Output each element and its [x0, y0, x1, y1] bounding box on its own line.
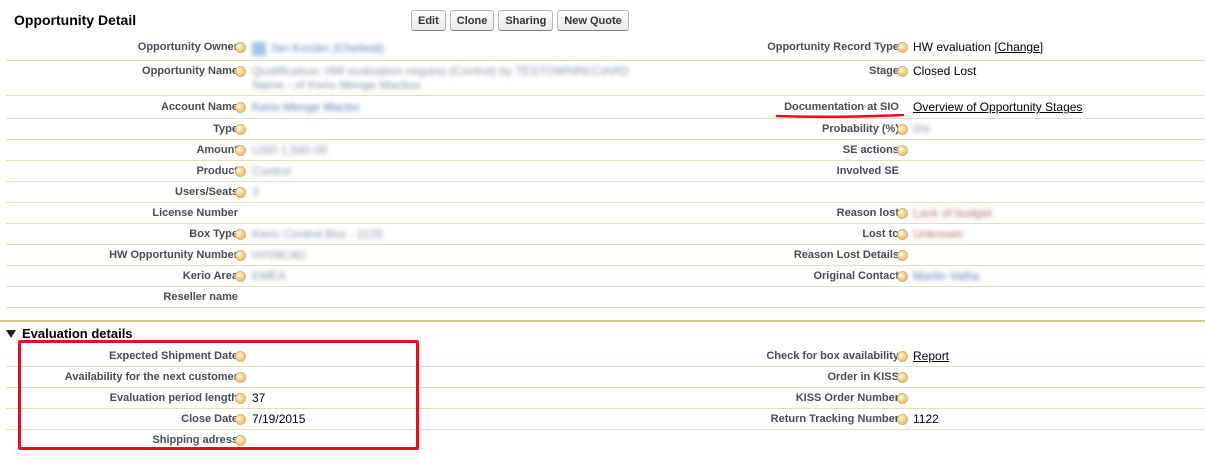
field-value-original-contact[interactable]: Martin Valha — [913, 269, 979, 283]
field-value-amount: USD 1,500.00 — [252, 143, 328, 157]
evaluation-section-toggle[interactable]: Evaluation details — [6, 326, 133, 341]
help-icon[interactable] — [897, 372, 908, 383]
help-icon[interactable] — [235, 166, 246, 177]
clone-button[interactable]: Clone — [449, 10, 495, 31]
field-value-opportunity-name: Qualification: HW evaluation request (Co… — [252, 64, 630, 92]
field-label-kerio-area: Kerio Area — [182, 270, 238, 282]
detail-header: Opportunity Detail Edit Clone Sharing Ne… — [0, 0, 1205, 40]
field-label-se-actions: SE actions — [842, 144, 899, 156]
report-link[interactable]: Report — [913, 349, 949, 363]
help-icon[interactable] — [897, 229, 908, 240]
help-icon[interactable] — [897, 414, 908, 425]
change-record-type-link[interactable]: [Change] — [994, 40, 1043, 54]
field-label-product: Product — [196, 165, 238, 177]
field-label-lost-to: Lost to — [862, 228, 899, 240]
detail-row: License Number Reason lost Lack of budge… — [6, 203, 1205, 224]
edit-button[interactable]: Edit — [411, 10, 446, 31]
field-label-order-in-kiss: Order in KISS — [827, 371, 899, 383]
field-value-account-name[interactable]: Kerio Menge Macbo — [252, 100, 359, 114]
collapse-triangle-icon — [6, 329, 16, 338]
field-value-opportunity-owner[interactable]: Jan Kocián (Chetwal) — [252, 41, 384, 56]
field-label-reason-lost-details: Reason Lost Details — [793, 249, 899, 261]
help-icon[interactable] — [235, 102, 246, 113]
help-icon[interactable] — [897, 393, 908, 404]
help-icon[interactable] — [897, 124, 908, 135]
detail-row: Amount USD 1,500.00 SE actions — [6, 140, 1205, 161]
detail-row: Kerio Area EMEA Original Contact Martin … — [6, 266, 1205, 287]
avatar — [252, 41, 266, 56]
field-label-hw-opportunity-number: HW Opportunity Number — [109, 249, 238, 261]
detail-row: Reseller name — [6, 287, 1205, 308]
field-label-check-box-availability: Check for box availability — [766, 350, 899, 362]
field-value-users-seats: 3 — [252, 185, 259, 199]
detail-row: Users/Seats 3 — [6, 182, 1205, 203]
detail-row: Type Probability (%) 0% — [6, 119, 1205, 140]
detail-row: Product Control Involved SE — [6, 161, 1205, 182]
help-icon[interactable] — [235, 187, 246, 198]
section-title: Evaluation details — [22, 326, 133, 341]
section-divider — [0, 320, 1205, 322]
documentation-link[interactable]: Overview of Opportunity Stages — [913, 100, 1082, 114]
detail-row: Opportunity Owner Jan Kocián (Chetwal) O… — [6, 37, 1205, 61]
field-label-involved-se: Involved SE — [836, 165, 899, 177]
detail-row: Account Name Kerio Menge Macbo Documenta… — [6, 96, 1205, 119]
field-label-users-seats: Users/Seats — [175, 186, 238, 198]
field-label-license-number: License Number — [152, 207, 238, 219]
help-icon[interactable] — [897, 208, 908, 219]
field-label-account-name: Account Name — [160, 101, 238, 113]
help-icon[interactable] — [235, 229, 246, 240]
field-value-stage: Closed Lost — [913, 64, 977, 78]
field-label-opportunity-name: Opportunity Name — [142, 65, 238, 77]
field-label-probability: Probability (%) — [821, 123, 899, 135]
field-label-box-type: Box Type — [189, 228, 238, 240]
help-icon[interactable] — [235, 124, 246, 135]
help-icon[interactable] — [235, 271, 246, 282]
field-label-opportunity-owner: Opportunity Owner — [137, 41, 238, 53]
field-label-kiss-order-number: KISS Order Number — [795, 392, 899, 404]
field-label-stage: Stage — [869, 65, 899, 77]
sharing-button[interactable]: Sharing — [498, 10, 554, 31]
field-value-probability: 0% — [913, 122, 931, 136]
field-value-box-type: Kerio Control Box - 1120 — [252, 227, 383, 241]
field-label-documentation: Documentation at SIO — [784, 101, 899, 113]
detail-grid: Opportunity Owner Jan Kocián (Chetwal) O… — [6, 37, 1205, 308]
help-icon[interactable] — [235, 250, 246, 261]
field-value-reason-lost: Lack of budget — [913, 206, 992, 220]
field-label-amount: Amount — [196, 144, 238, 156]
field-value-return-tracking-number: 1122 — [913, 412, 939, 426]
detail-row: HW Opportunity Number HY09C4D Reason Los… — [6, 245, 1205, 266]
field-label-reseller-name: Reseller name — [163, 291, 238, 303]
help-icon[interactable] — [897, 351, 908, 362]
field-value-record-type: HW evaluation [Change] — [913, 40, 1044, 54]
page-title: Opportunity Detail — [14, 12, 137, 28]
field-value-product: Control — [252, 164, 291, 178]
annotation-highlight-box — [18, 340, 419, 450]
detail-row: Box Type Kerio Control Box - 1120 Lost t… — [6, 224, 1205, 245]
field-label-record-type: Opportunity Record Type — [767, 41, 899, 53]
field-value-kerio-area: EMEA — [252, 269, 287, 283]
detail-row: Opportunity Name Qualification: HW evalu… — [6, 61, 1205, 96]
new-quote-button[interactable]: New Quote — [557, 10, 629, 31]
help-icon[interactable] — [235, 42, 246, 53]
annotation-underline — [775, 114, 905, 118]
toolbar: Edit Clone Sharing New Quote — [411, 10, 629, 31]
help-icon[interactable] — [897, 42, 908, 53]
field-label-original-contact: Original Contact — [813, 270, 899, 282]
field-value-lost-to: Unknown — [913, 227, 964, 241]
help-icon[interactable] — [235, 66, 246, 77]
help-icon[interactable] — [897, 145, 908, 156]
field-value-hw-opportunity-number: HY09C4D — [252, 248, 307, 262]
field-label-return-tracking-number: Return Tracking Number — [770, 413, 899, 425]
help-icon[interactable] — [897, 271, 908, 282]
help-icon[interactable] — [897, 66, 908, 77]
help-icon[interactable] — [235, 145, 246, 156]
field-label-reason-lost: Reason lost — [836, 207, 899, 219]
help-icon[interactable] — [897, 250, 908, 261]
